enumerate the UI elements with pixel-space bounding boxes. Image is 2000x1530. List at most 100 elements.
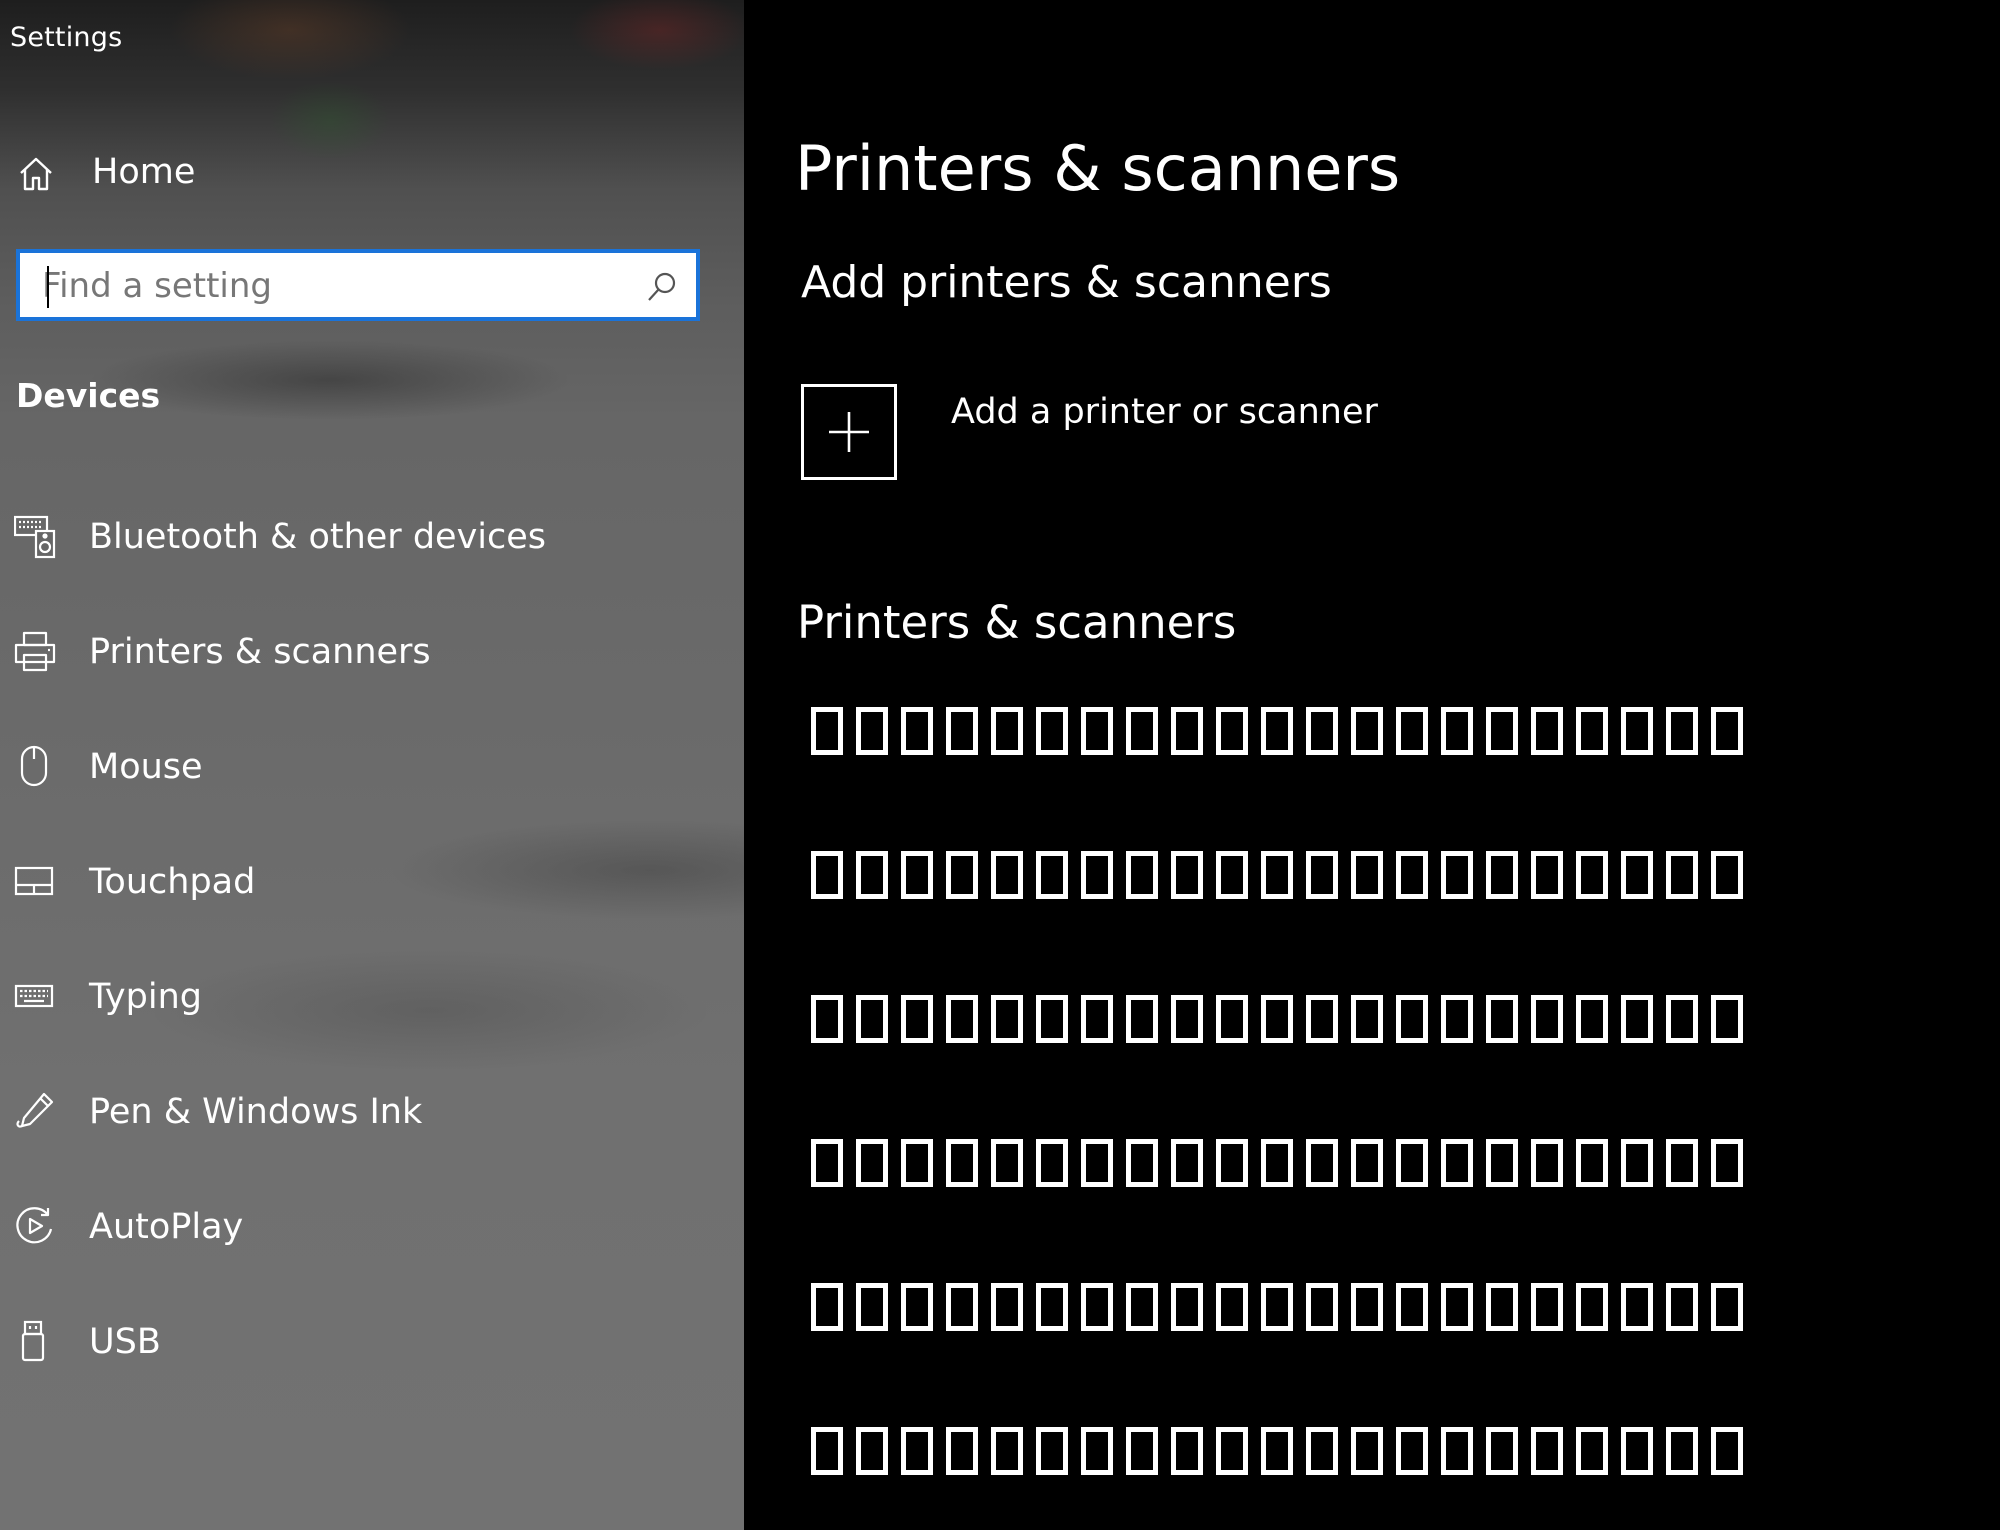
nav-item-label: Mouse [89, 747, 203, 787]
nav-item-touchpad[interactable]: Touchpad [0, 836, 744, 951]
missing-glyph-box [946, 1139, 978, 1187]
search-icon[interactable] [644, 269, 680, 305]
printer-icon [14, 631, 56, 672]
autoplay-icon [16, 1207, 53, 1244]
missing-glyph-box [901, 707, 933, 755]
missing-glyph-box [1711, 995, 1743, 1043]
missing-glyph-box [1171, 1283, 1203, 1331]
nav-item-mouse[interactable]: Mouse [0, 721, 744, 836]
nav-item-autoplay[interactable]: AutoPlay [0, 1181, 744, 1296]
missing-glyph-box [1486, 707, 1518, 755]
missing-glyph-box [1486, 1283, 1518, 1331]
missing-glyph-box [1351, 1427, 1383, 1475]
device-list-item[interactable]: □□□□□□□□□□□□□□□□□□□□□ [811, 993, 1861, 1137]
missing-glyph-box [811, 995, 843, 1043]
missing-glyph-box [1666, 995, 1698, 1043]
missing-glyph-box [1306, 1139, 1338, 1187]
bluetooth-devices-icon [14, 515, 56, 559]
missing-glyph-box [1531, 995, 1563, 1043]
missing-glyph-box [1711, 1139, 1743, 1187]
missing-glyph-box [856, 1283, 888, 1331]
missing-glyph-box [856, 1139, 888, 1187]
missing-glyph-box [991, 1427, 1023, 1475]
nav-list: Bluetooth & other devices Printers & sca… [0, 491, 744, 1411]
missing-glyph-box [1261, 995, 1293, 1043]
add-printer-button[interactable]: Add a printer or scanner [801, 384, 1378, 484]
missing-glyph-box [1441, 995, 1473, 1043]
missing-glyph-box [1441, 1139, 1473, 1187]
device-list-item[interactable]: □□□□□□□□□□□□□□□□□□□□□ [811, 1137, 1861, 1281]
add-printer-label: Add a printer or scanner [951, 392, 1378, 432]
missing-glyph-box [1441, 1283, 1473, 1331]
missing-glyph-box [1396, 1427, 1428, 1475]
usb-icon [21, 1320, 45, 1362]
missing-glyph-box [1036, 1283, 1068, 1331]
missing-glyph-box [811, 1427, 843, 1475]
missing-glyph-box [1576, 1427, 1608, 1475]
missing-glyph-box [1261, 1139, 1293, 1187]
missing-glyph-box [1171, 707, 1203, 755]
missing-glyph-box [856, 995, 888, 1043]
settings-window: Settings Home Devices [0, 0, 2000, 1530]
missing-glyph-box [1081, 851, 1113, 899]
missing-glyph-box [1306, 707, 1338, 755]
missing-glyph-box [1261, 851, 1293, 899]
nav-item-label: Printers & scanners [89, 632, 431, 672]
missing-glyph-box [1306, 995, 1338, 1043]
missing-glyph-box [1351, 851, 1383, 899]
home-label: Home [92, 152, 196, 192]
missing-glyph-box [1351, 1283, 1383, 1331]
missing-glyph-box [856, 707, 888, 755]
missing-glyph-box [1441, 851, 1473, 899]
missing-glyph-box [1306, 1427, 1338, 1475]
nav-item-printers[interactable]: Printers & scanners [0, 606, 744, 721]
missing-glyph-box [1081, 1283, 1113, 1331]
missing-glyph-box [811, 1283, 843, 1331]
device-list-item[interactable]: □□□□□□□□□□□□□□□□□□□□□ [811, 1425, 1861, 1530]
missing-glyph-box [811, 707, 843, 755]
missing-glyph-box [1351, 995, 1383, 1043]
text-cursor [47, 266, 49, 308]
missing-glyph-box [1171, 851, 1203, 899]
missing-glyph-box [1531, 1139, 1563, 1187]
missing-glyph-box [1261, 1427, 1293, 1475]
missing-glyph-box [946, 995, 978, 1043]
missing-glyph-box [991, 707, 1023, 755]
device-name [811, 707, 1743, 755]
add-tile[interactable] [801, 384, 897, 480]
nav-item-pen[interactable]: Pen & Windows Ink [0, 1066, 744, 1181]
missing-glyph-box [1711, 1427, 1743, 1475]
device-list-item[interactable]: □□□□□□□□□□□□□□□□□□□□□ [811, 1281, 1861, 1425]
missing-glyph-box [856, 851, 888, 899]
nav-item-label: Touchpad [89, 862, 256, 902]
search-input[interactable] [42, 261, 632, 311]
device-list-item[interactable]: □□□□□□□□□□□□□□□□□□□□□ [811, 849, 1861, 993]
missing-glyph-box [1486, 851, 1518, 899]
page-title: Printers & scanners [795, 132, 1401, 205]
device-list: □□□□□□□□□□□□□□□□□□□□□ □□□□□□□□□□□□□□□□□□… [811, 705, 1861, 1530]
missing-glyph-box [1171, 1427, 1203, 1475]
missing-glyph-box [811, 851, 843, 899]
missing-glyph-box [946, 1283, 978, 1331]
nav-item-usb[interactable]: USB [0, 1296, 744, 1411]
missing-glyph-box [1396, 851, 1428, 899]
missing-glyph-box [1036, 851, 1068, 899]
device-name [811, 995, 1743, 1043]
pen-icon [16, 1092, 54, 1128]
missing-glyph-box [1576, 1139, 1608, 1187]
printers-list-heading: Printers & scanners [797, 596, 1237, 649]
search-box[interactable] [16, 249, 700, 321]
missing-glyph-box [1306, 1283, 1338, 1331]
nav-item-typing[interactable]: Typing [0, 951, 744, 1066]
missing-glyph-box [1081, 707, 1113, 755]
missing-glyph-box [1261, 707, 1293, 755]
nav-item-bluetooth[interactable]: Bluetooth & other devices [0, 491, 744, 606]
missing-glyph-box [1486, 1139, 1518, 1187]
missing-glyph-box [1621, 1427, 1653, 1475]
nav-item-label: USB [89, 1322, 161, 1362]
home-nav-item[interactable]: Home [0, 140, 744, 210]
missing-glyph-box [1531, 851, 1563, 899]
missing-glyph-box [1486, 1427, 1518, 1475]
device-list-item[interactable]: □□□□□□□□□□□□□□□□□□□□□ [811, 705, 1861, 849]
missing-glyph-box [1216, 707, 1248, 755]
